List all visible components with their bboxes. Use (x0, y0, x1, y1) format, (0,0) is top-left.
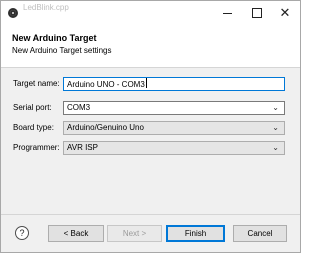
board-type-label: Board type: (13, 123, 54, 132)
board-type-select[interactable]: Arduino/Genuino Uno ⌄ (63, 121, 285, 135)
back-button[interactable]: < Back (48, 225, 104, 242)
footer-divider (1, 214, 300, 215)
page-description: New Arduino Target settings (12, 46, 112, 55)
help-button[interactable]: ? (15, 226, 29, 240)
board-type-value: Arduino/Genuino Uno (67, 123, 144, 132)
text-caret (145, 78, 147, 88)
cancel-button[interactable]: Cancel (233, 225, 287, 242)
serial-port-value: COM3 (67, 103, 91, 112)
serial-port-combo[interactable]: COM3 ⌄ (63, 101, 285, 115)
minimize-icon[interactable] (212, 3, 242, 23)
close-icon[interactable]: ✕ (270, 3, 300, 23)
background-window-title: LedBlink.cpp (23, 3, 69, 12)
title-bar: LedBlink.cpp ✕ (1, 1, 300, 26)
eclipse-app-icon (8, 8, 18, 18)
chevron-down-icon: ⌄ (272, 123, 279, 132)
target-name-label: Target name: (13, 79, 60, 88)
page-title: New Arduino Target (12, 33, 97, 43)
target-name-input[interactable]: Arduino UNO - COM3 (63, 77, 285, 91)
chevron-down-icon: ⌄ (272, 103, 279, 112)
programmer-value: AVR ISP (67, 143, 98, 152)
programmer-label: Programmer: (13, 143, 60, 152)
serial-port-label: Serial port: (13, 103, 52, 112)
new-arduino-target-dialog: LedBlink.cpp ✕ New Arduino Target New Ar… (0, 0, 301, 253)
wizard-header: New Arduino Target New Arduino Target se… (1, 26, 300, 68)
finish-button[interactable]: Finish (166, 225, 225, 242)
programmer-select[interactable]: AVR ISP ⌄ (63, 141, 285, 155)
next-button[interactable]: Next > (107, 225, 162, 242)
chevron-down-icon: ⌄ (272, 143, 279, 152)
target-name-value: Arduino UNO - COM3 (67, 80, 145, 89)
maximize-icon[interactable] (242, 3, 272, 23)
